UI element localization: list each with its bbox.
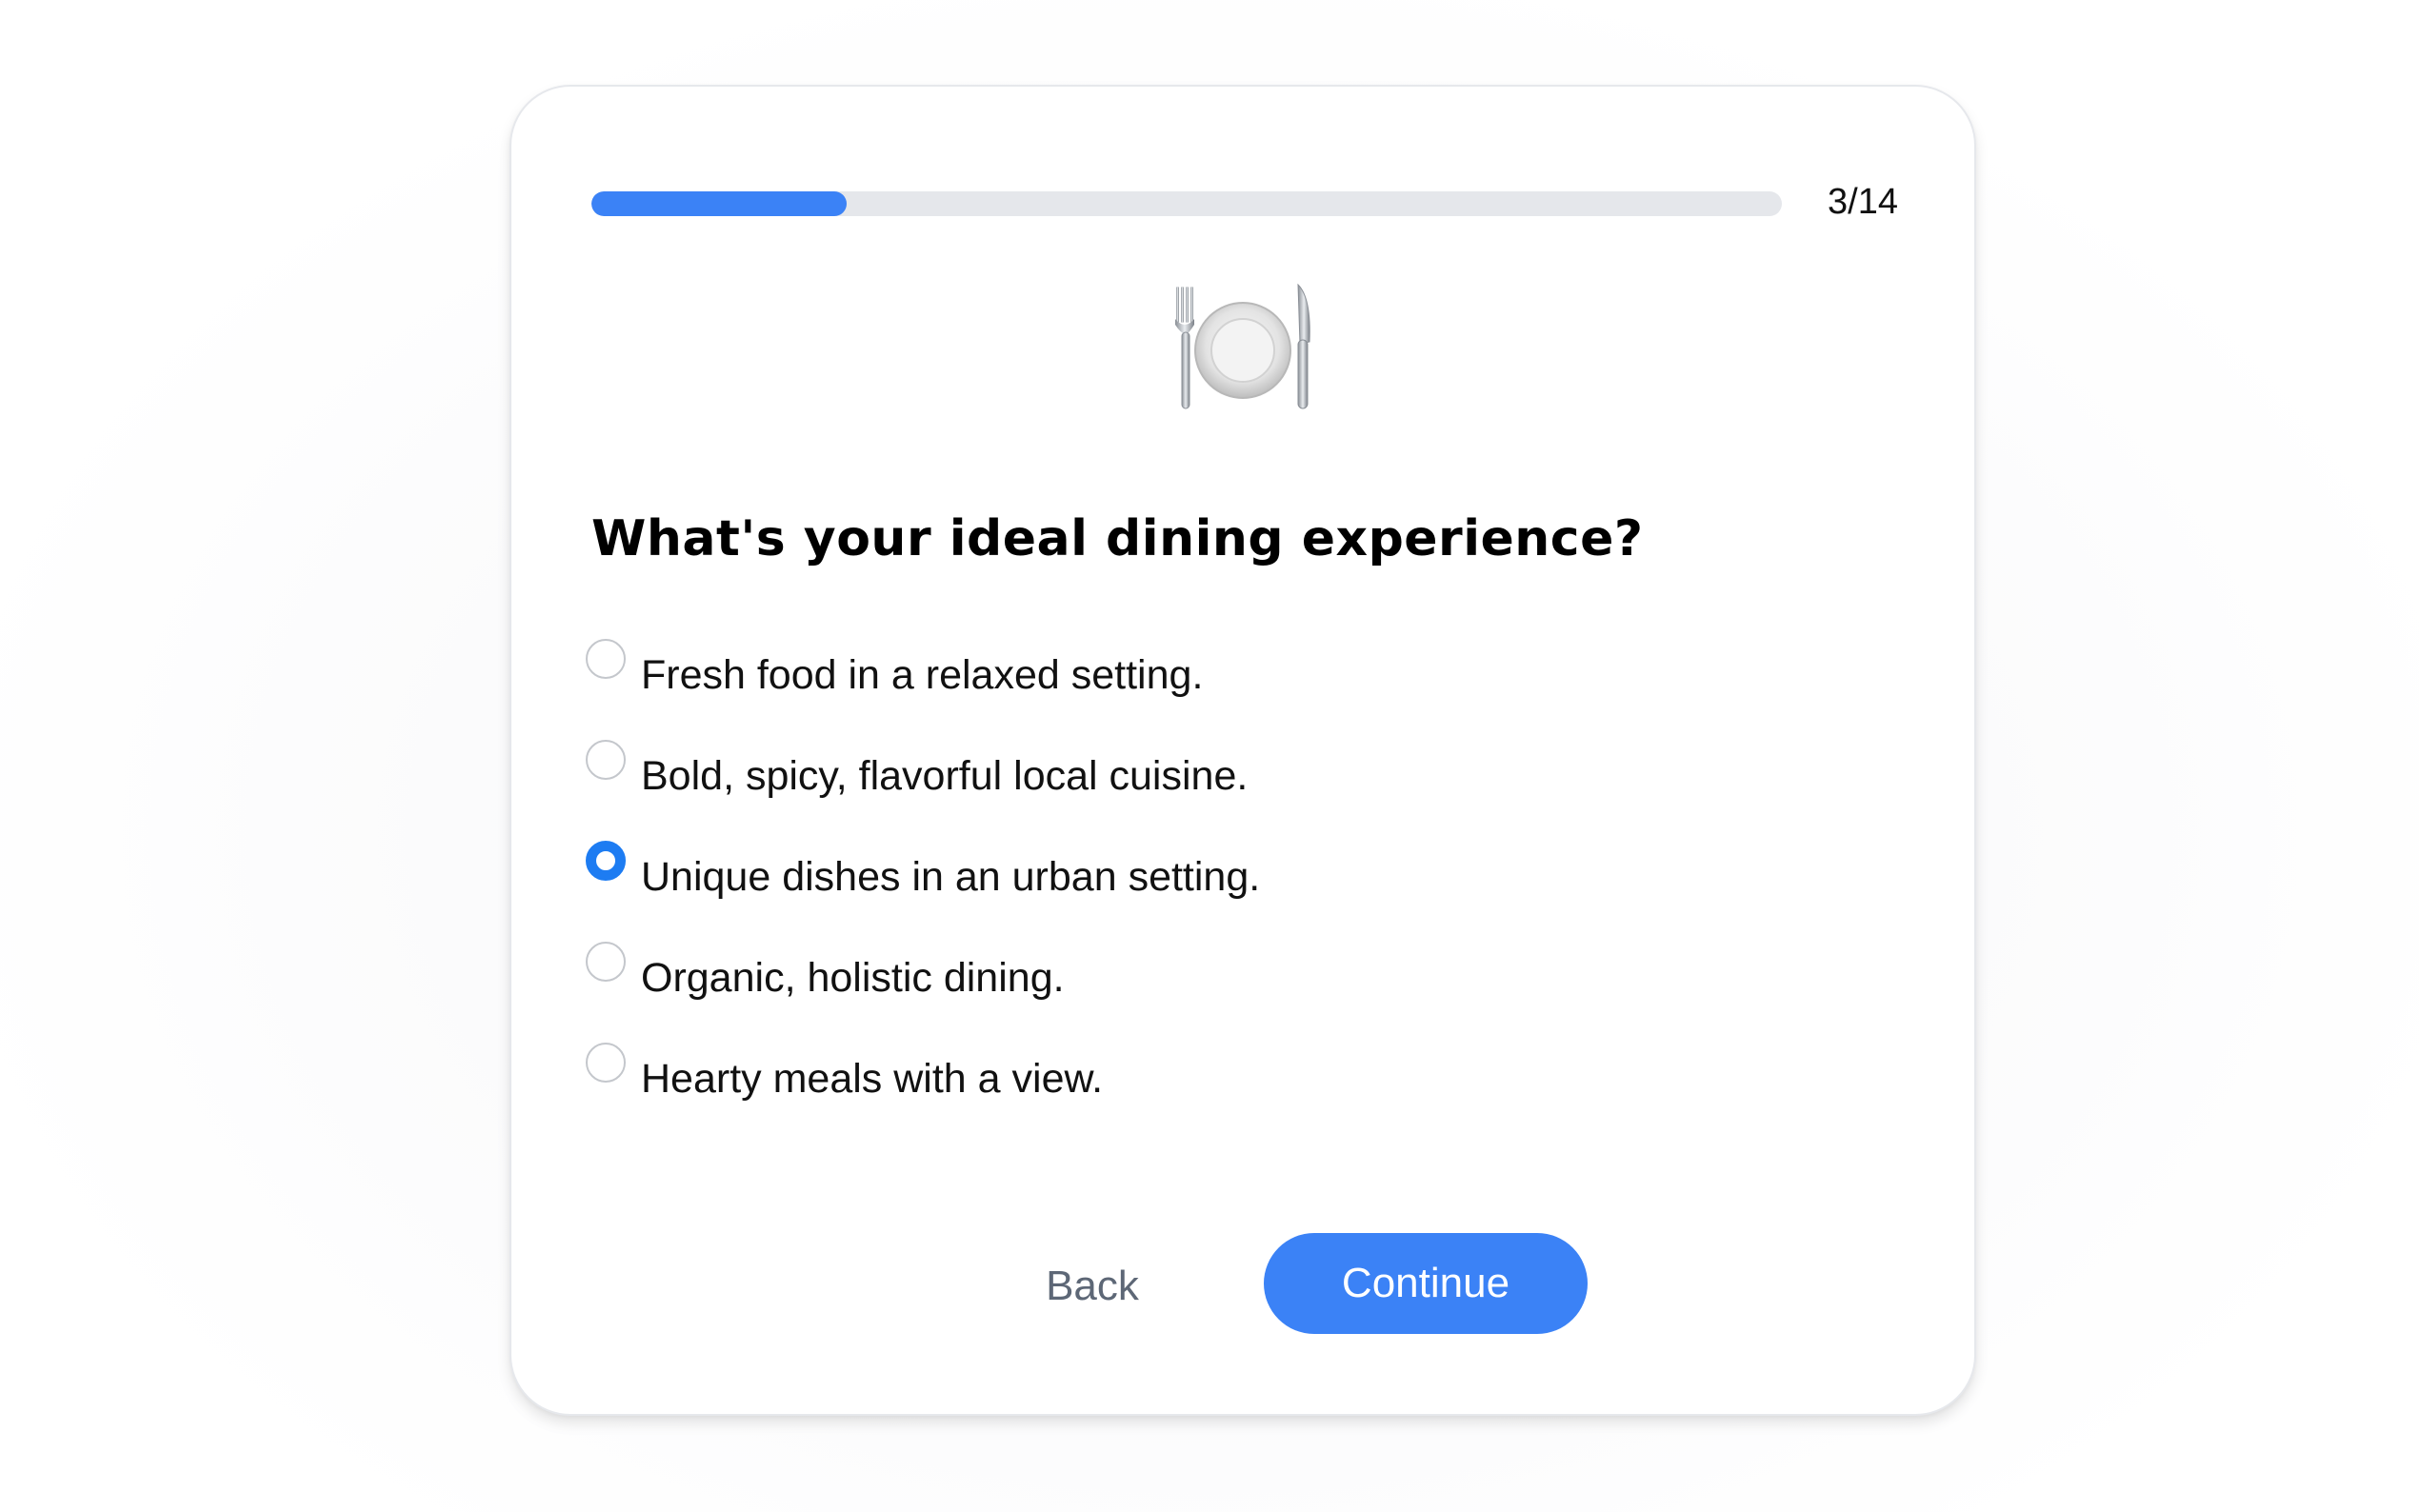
quiz-card: 3/14 What's your ideal dining experience… — [510, 85, 1976, 1416]
option-fresh-food[interactable]: Fresh food in a relaxed setting. — [586, 639, 1824, 740]
radio-button[interactable] — [586, 639, 626, 679]
fork-knife-plate-icon — [1175, 283, 1310, 409]
continue-button[interactable]: Continue — [1264, 1233, 1588, 1334]
radio-button[interactable] — [586, 740, 626, 780]
option-organic-holistic[interactable]: Organic, holistic dining. — [586, 942, 1824, 1043]
radio-button[interactable] — [586, 841, 626, 881]
question-title: What's your ideal dining experience? — [591, 510, 1644, 567]
question-icon-container — [511, 277, 1974, 420]
back-button[interactable]: Back — [997, 1235, 1188, 1338]
progress-row: 3/14 — [591, 180, 1898, 224]
progress-counter: 3/14 — [1828, 182, 1898, 222]
option-hearty-view[interactable]: Hearty meals with a view. — [586, 1043, 1824, 1144]
progress-bar-fill — [591, 191, 847, 216]
option-label: Organic, holistic dining. — [641, 955, 1065, 1001]
options-list: Fresh food in a relaxed setting. Bold, s… — [586, 639, 1824, 1144]
option-label: Hearty meals with a view. — [641, 1056, 1104, 1102]
radio-button[interactable] — [586, 942, 626, 982]
option-label: Fresh food in a relaxed setting. — [641, 652, 1204, 698]
option-bold-spicy[interactable]: Bold, spicy, flavorful local cuisine. — [586, 740, 1824, 841]
option-unique-urban[interactable]: Unique dishes in an urban setting. — [586, 841, 1824, 942]
page-background: 3/14 What's your ideal dining experience… — [0, 0, 2419, 1512]
radio-button[interactable] — [586, 1043, 626, 1083]
option-label: Bold, spicy, flavorful local cuisine. — [641, 753, 1249, 799]
option-label: Unique dishes in an urban setting. — [641, 854, 1261, 900]
progress-bar — [591, 191, 1782, 216]
